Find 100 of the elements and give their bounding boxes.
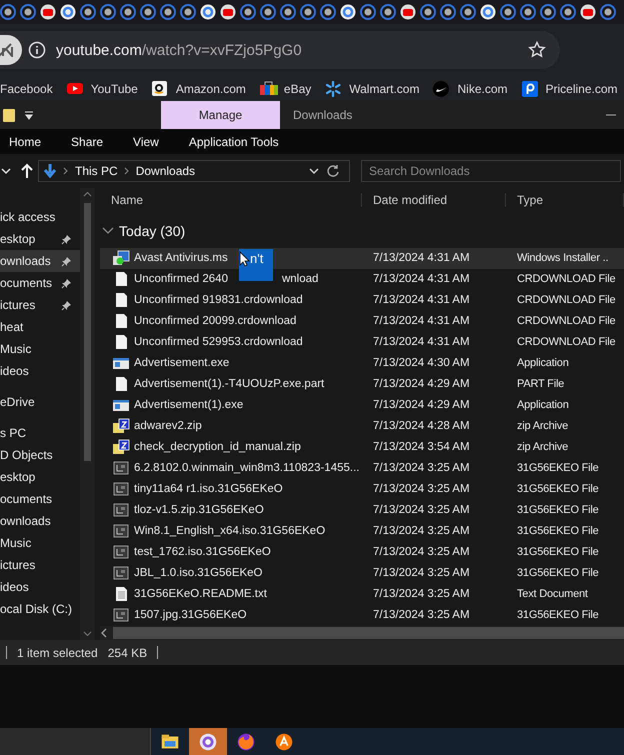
- column-header[interactable]: Date modified: [362, 193, 506, 208]
- file-row[interactable]: Unconfirmed 919831.crdownload 7/13/2024 4:31 AM CRDOWNLOAD File: [100, 290, 624, 311]
- ribbon-tab[interactable]: Manage: [161, 101, 280, 129]
- tab-favicon-icon[interactable]: [540, 4, 556, 20]
- tab-favicon-icon[interactable]: [400, 4, 416, 20]
- tab-favicon-icon[interactable]: [560, 4, 576, 20]
- type-cell-text: PART File: [516, 378, 566, 390]
- nav-item[interactable]: ocal Disk (C:): [0, 598, 80, 620]
- file-row[interactable]: Advertisement.exe 7/13/2024 4:30 AM Application: [100, 352, 624, 374]
- bookmark[interactable]: Walmart.com: [324, 80, 420, 98]
- nav-item[interactable]: ictures: [0, 294, 80, 316]
- tab-favicon-icon[interactable]: [20, 4, 36, 20]
- group-header[interactable]: Today (30): [119, 223, 186, 240]
- file-row[interactable]: check_decryption_id_manual.zip 7/13/2024 3:54 AM zip Archive: [100, 436, 624, 458]
- bookmark[interactable]: Amazon.com: [150, 80, 246, 98]
- nav-item[interactable]: s PC: [0, 422, 80, 444]
- column-header[interactable]: Name: [100, 193, 362, 208]
- nav-item[interactable]: esktop: [0, 466, 80, 488]
- nav-item[interactable]: Music: [0, 338, 80, 360]
- tab-favicon-icon[interactable]: [240, 4, 256, 20]
- file-row[interactable]: tiny11a64 r1.iso.31G56EKeO 7/13/2024 3:25 AM 31G56EKEO File: [100, 478, 624, 500]
- date-cell-text: 7/13/2024 4:29 AM: [372, 399, 471, 412]
- bookmark[interactable]: Facebook: [0, 82, 53, 96]
- tab-favicon-icon[interactable]: [600, 4, 616, 20]
- breadcrumb-item[interactable]: Downloads: [136, 164, 196, 178]
- horizontal-scrollbar[interactable]: [100, 626, 624, 640]
- nav-item[interactable]: ick access: [0, 206, 80, 228]
- tab-favicon-icon[interactable]: [440, 4, 456, 20]
- tab-favicon-icon[interactable]: [120, 4, 136, 20]
- scrollbar[interactable]: [80, 188, 95, 640]
- nav-item[interactable]: esktop: [0, 228, 80, 250]
- file-name: adwarev2.zip: [134, 420, 202, 432]
- ribbon-tab[interactable]: View: [118, 134, 174, 148]
- installer-icon: [112, 250, 130, 266]
- nav-item[interactable]: Music: [0, 532, 80, 554]
- nav-item[interactable]: ideos: [0, 576, 80, 598]
- breadcrumb-item[interactable]: This PC: [75, 164, 118, 178]
- tab-favicon-icon[interactable]: [160, 4, 176, 20]
- type-cell-text: 31G56EKEO File: [516, 462, 600, 474]
- tab-favicon-icon[interactable]: [460, 4, 476, 20]
- nav-item[interactable]: ocuments: [0, 272, 80, 294]
- ribbon-tab[interactable]: Home: [0, 134, 56, 148]
- type-cell-text: Text Document: [516, 588, 589, 600]
- tab-favicon-icon[interactable]: [320, 4, 336, 20]
- tab-favicon-icon[interactable]: [0, 4, 16, 20]
- tab-favicon-icon[interactable]: [60, 4, 76, 20]
- nav-item[interactable]: ocuments: [0, 488, 80, 510]
- tab-favicon-icon[interactable]: [200, 4, 216, 20]
- nav-item[interactable]: ownloads: [0, 250, 80, 272]
- type-cell-text: 31G56EKEO File: [516, 483, 600, 496]
- tab-favicon-icon[interactable]: [140, 4, 156, 20]
- file-row[interactable]: Unconfirmed 529953.crdownload 7/13/2024 4:31 AM CRDOWNLOAD File: [100, 332, 624, 353]
- file-row[interactable]: 6.2.8102.0.winmain_win8m3.110823-1455... 7/13/2024 3:25 AM 31G56EKEO File: [100, 458, 624, 479]
- dropdown-icon: [24, 110, 34, 120]
- bookmark[interactable]: Nike.com: [432, 80, 508, 98]
- file-row[interactable]: 31G56EKeO.README.txt 7/13/2024 3:25 AM Text Document: [100, 584, 624, 605]
- nav-item[interactable]: heat: [0, 316, 80, 338]
- ribbon-tab[interactable]: Share: [56, 134, 118, 148]
- tab-favicon-icon[interactable]: [520, 4, 536, 20]
- file-row[interactable]: adwarev2.zip 7/13/2024 4:28 AM zip Archive: [100, 416, 624, 437]
- file-row[interactable]: Win8.1_English_x64.iso.31G56EKeO 7/13/2024 3:25 AM 31G56EKEO File: [100, 520, 624, 542]
- tab-favicon-icon[interactable]: [380, 4, 396, 20]
- up-arrow-icon: [20, 163, 34, 179]
- tab-favicon-icon[interactable]: [260, 4, 276, 20]
- bookmark[interactable]: eBay: [258, 80, 312, 98]
- search-field[interactable]: Search Downloads: [361, 160, 621, 182]
- ribbon-tab[interactable]: Application Tools: [174, 134, 294, 148]
- tab-favicon-icon[interactable]: [360, 4, 376, 20]
- nav-item[interactable]: eDrive: [0, 391, 80, 413]
- tab-favicon-icon[interactable]: [40, 4, 56, 20]
- refresh-icon: [326, 164, 340, 178]
- nav-item[interactable]: ownloads: [0, 510, 80, 532]
- bookmark[interactable]: YouTube: [66, 80, 138, 98]
- tab-favicon-icon[interactable]: [580, 4, 596, 20]
- file-row[interactable]: tloz-v1.5.zip.31G56EKeO 7/13/2024 3:25 AM 31G56EKEO File: [100, 500, 624, 521]
- nav-item[interactable]: ideos: [0, 360, 80, 382]
- breadcrumb-bar[interactable]: This PC Downloads: [38, 160, 350, 182]
- tab-favicon-icon[interactable]: [480, 4, 496, 20]
- tab-favicon-icon[interactable]: [100, 4, 116, 20]
- bookmark[interactable]: Priceline.com: [520, 80, 618, 98]
- tab-favicon-icon[interactable]: [500, 4, 516, 20]
- file-row[interactable]: Advertisement(1).exe 7/13/2024 4:29 AM Application: [100, 394, 624, 416]
- tab-favicon-icon[interactable]: [220, 4, 236, 20]
- tab-favicon-icon[interactable]: [300, 4, 316, 20]
- tab-favicon-icon[interactable]: [180, 4, 196, 20]
- file-row[interactable]: JBL_1.0.iso.31G56EKeO 7/13/2024 3:25 AM 31G56EKEO File: [100, 562, 624, 584]
- tab-favicon-icon[interactable]: [420, 4, 436, 20]
- unknown-file-icon: [112, 544, 130, 560]
- tab-favicon-icon[interactable]: [340, 4, 356, 20]
- address-bar[interactable]: youtube.com/watch?v=xvFZjo5PgG0: [0, 31, 560, 69]
- file-row[interactable]: Advertisement(1).-T4UOUzP.exe.part 7/13/2024 4:29 AM PART File: [100, 374, 624, 395]
- file-row[interactable]: Unconfirmed 20099.crdownload 7/13/2024 4:31 AM CRDOWNLOAD File: [100, 310, 624, 332]
- file-row[interactable]: test_1762.iso.31G56EKeO 7/13/2024 3:25 AM 31G56EKEO File: [100, 542, 624, 563]
- nav-item[interactable]: ictures: [0, 554, 80, 576]
- tab-favicon-icon[interactable]: [280, 4, 296, 20]
- nav-item[interactable]: D Objects: [0, 444, 80, 466]
- tab-favicon-icon[interactable]: [80, 4, 96, 20]
- column-header[interactable]: Type: [506, 193, 624, 208]
- file-row[interactable]: 1507.jpg.31G56EKeO 7/13/2024 3:25 AM 31G56EKEO File: [100, 604, 624, 626]
- type-cell-text: 31G56EKEO File: [516, 525, 600, 538]
